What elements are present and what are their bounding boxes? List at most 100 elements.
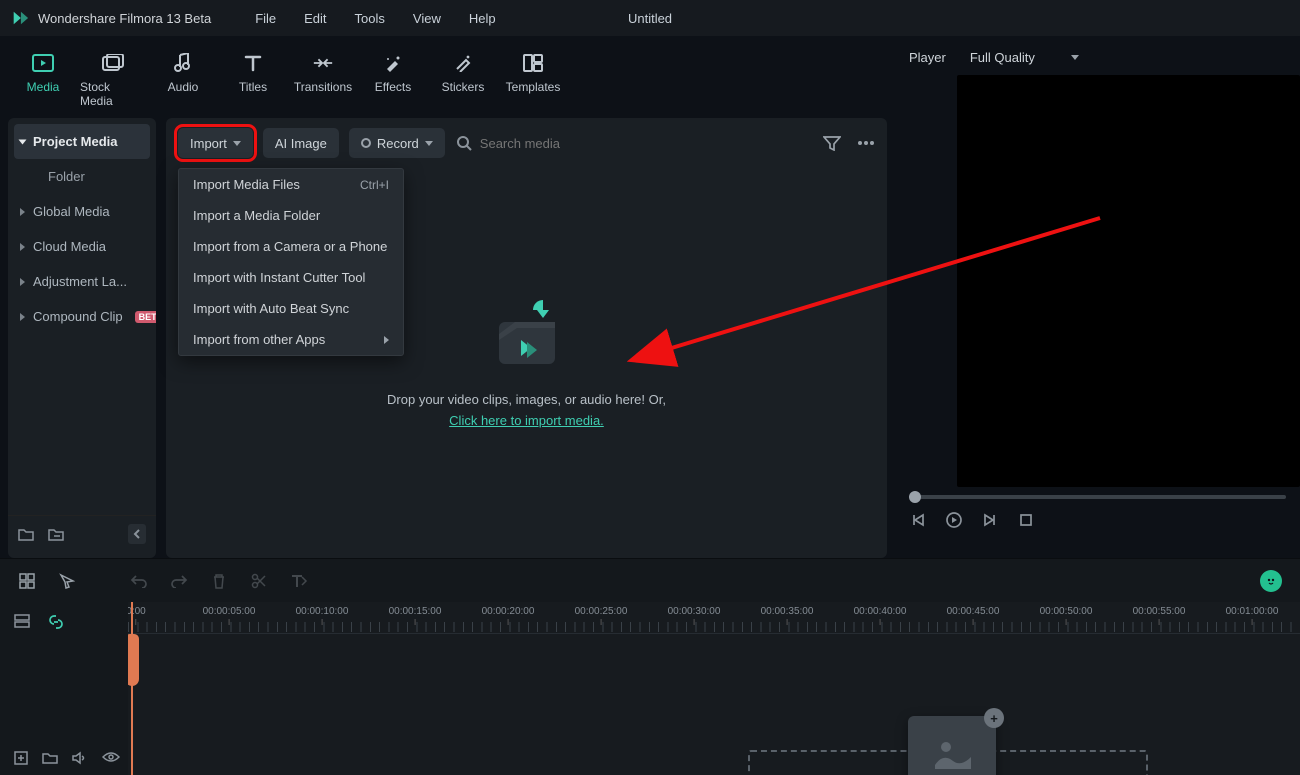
tab-stickers[interactable]: Stickers [430,46,496,114]
track-area[interactable]: + [128,634,1300,775]
player-controls [895,499,1300,541]
sidebar-item-adjustment-layer[interactable]: Adjustment La... [8,264,156,299]
tab-label: Audio [168,80,199,94]
tab-audio[interactable]: Audio [150,46,216,114]
dropzone-import-link[interactable]: Click here to import media. [449,413,604,428]
tab-titles[interactable]: Titles [220,46,286,114]
sidebar-item-label: Global Media [33,204,110,219]
search-wrap [457,136,680,151]
ruler-tick: 00:00:15:00 [389,606,442,625]
import-auto-beat-sync[interactable]: Import with Auto Beat Sync [179,293,403,324]
player-seek[interactable] [895,487,1300,499]
text-tool-button[interactable] [290,572,308,590]
image-placeholder-icon [931,735,973,769]
ruler-tick: 00:00:35:00 [761,606,814,625]
import-instant-cutter[interactable]: Import with Instant Cutter Tool [179,262,403,293]
seek-thumb[interactable] [909,491,921,503]
chevron-down-icon [233,141,241,146]
more-icon[interactable] [857,140,875,146]
plus-icon: + [984,708,1004,728]
tab-media[interactable]: Media [10,46,76,114]
dd-label: Import a Media Folder [193,208,320,223]
grid-view-icon[interactable] [18,572,36,590]
tab-transitions[interactable]: Transitions [290,46,356,114]
stop-button[interactable] [1017,511,1035,529]
pointer-tool-icon[interactable] [58,572,76,590]
tab-label: Stock Media [80,80,146,108]
track-drop-thumbnail[interactable]: + [908,716,996,775]
next-frame-button[interactable] [981,511,999,529]
redo-button[interactable] [170,572,188,590]
track-layout-icon[interactable] [14,614,30,630]
chevron-right-icon [19,139,27,144]
sidebar: Project Media Folder Global Media Cloud … [8,118,156,558]
robot-icon [1265,575,1277,587]
folder-icon[interactable] [42,751,58,765]
transitions-icon [312,52,334,74]
link-icon[interactable] [48,614,64,630]
sidebar-item-global-media[interactable]: Global Media [8,194,156,229]
ai-assistant-button[interactable] [1260,570,1282,592]
split-button[interactable] [250,572,268,590]
visibility-icon[interactable] [102,751,120,765]
sidebar-item-label: Folder [48,169,85,184]
dropzone-graphic [487,294,567,374]
app-logo [10,8,30,28]
import-other-apps[interactable]: Import from other Apps [179,324,403,355]
menu-bar: File Edit Tools View Help [241,7,509,30]
quality-select[interactable]: Full Quality [970,50,1079,65]
ruler-tick: 00:01:00:00 [1226,606,1279,625]
search-input[interactable] [480,136,680,151]
title-bar: Wondershare Filmora 13 Beta File Edit To… [0,0,1300,36]
templates-icon [522,52,544,74]
import-from-camera[interactable]: Import from a Camera or a Phone [179,231,403,262]
collapse-sidebar-button[interactable] [128,524,146,544]
import-media-files[interactable]: Import Media Files Ctrl+I [179,169,403,200]
sidebar-item-project-media[interactable]: Project Media [14,124,150,159]
new-folder-icon[interactable] [18,526,34,542]
import-dropdown: Import Media Files Ctrl+I Import a Media… [178,168,404,356]
prev-frame-button[interactable] [909,511,927,529]
sidebar-item-folder[interactable]: Folder [8,159,156,194]
menu-edit[interactable]: Edit [290,7,340,30]
sidebar-item-cloud-media[interactable]: Cloud Media [8,229,156,264]
app-title: Wondershare Filmora 13 Beta [38,11,211,26]
tab-stock-media[interactable]: Stock Media [80,46,146,114]
timeline: 0:0000:00:05:0000:00:10:0000:00:15:0000:… [0,602,1300,775]
sidebar-item-compound-clip[interactable]: Compound Clip BETA [8,299,156,334]
undo-button[interactable] [130,572,148,590]
new-bin-icon[interactable] [48,526,64,542]
effects-icon [382,52,404,74]
sidebar-item-label: Project Media [33,134,118,149]
timeline-ruler[interactable]: 0:0000:00:05:0000:00:10:0000:00:15:0000:… [128,602,1300,634]
playhead-handle[interactable] [128,634,139,686]
menu-help[interactable]: Help [455,7,510,30]
beta-badge: BETA [135,311,156,323]
ai-image-label: AI Image [275,136,327,151]
menu-tools[interactable]: Tools [341,7,399,30]
sidebar-item-label: Adjustment La... [33,274,127,289]
record-icon [361,138,371,148]
chevron-right-icon [384,336,389,344]
delete-button[interactable] [210,572,228,590]
mute-icon[interactable] [72,751,88,765]
sidebar-footer [8,515,156,552]
tab-templates[interactable]: Templates [500,46,566,114]
tab-label: Effects [375,80,411,94]
record-button[interactable]: Record [349,128,445,158]
media-panel: Import Import Media Files Ctrl+I Import … [166,118,887,558]
menu-file[interactable]: File [241,7,290,30]
filter-icon[interactable] [823,135,841,151]
left-column: Media Stock Media Audio Titles Transitio… [0,36,895,558]
import-media-folder[interactable]: Import a Media Folder [179,200,403,231]
tab-effects[interactable]: Effects [360,46,426,114]
playhead[interactable] [131,602,133,775]
menu-view[interactable]: View [399,7,455,30]
ai-image-button[interactable]: AI Image [263,128,339,158]
import-button[interactable]: Import Import Media Files Ctrl+I Import … [178,128,253,158]
play-button[interactable] [945,511,963,529]
audio-icon [172,52,194,74]
chevron-down-icon [1071,55,1079,60]
add-track-icon[interactable] [14,751,28,765]
timeline-tracks[interactable]: 0:0000:00:05:0000:00:10:0000:00:15:0000:… [128,602,1300,775]
